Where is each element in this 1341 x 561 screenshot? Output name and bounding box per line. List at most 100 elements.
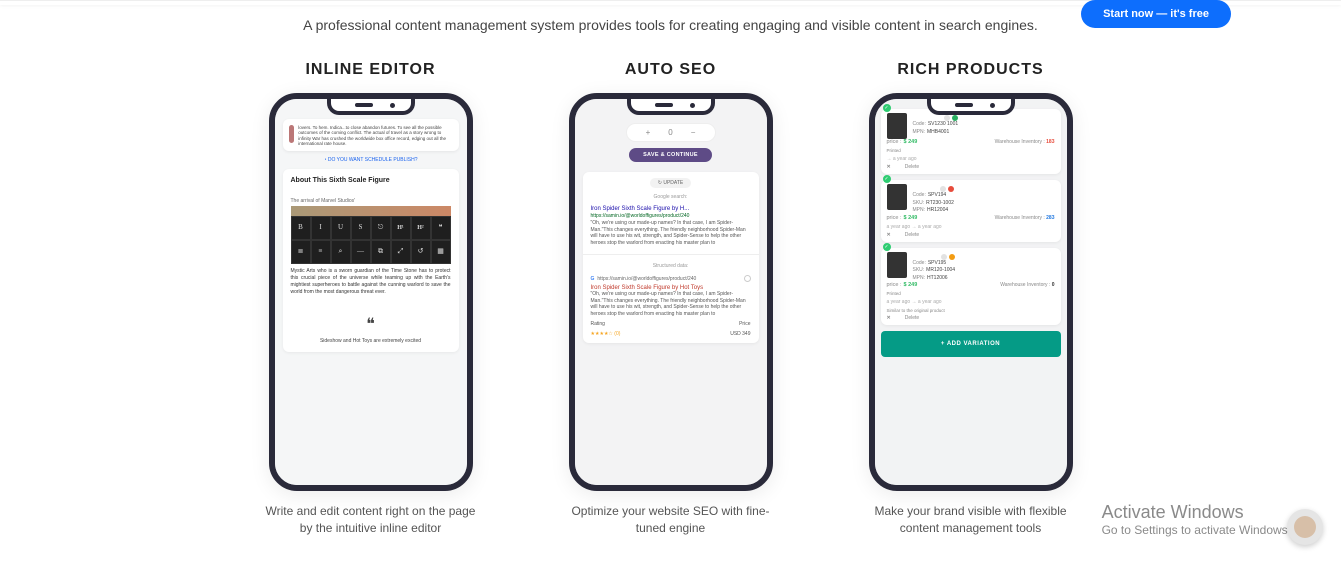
bold-icon[interactable]: B xyxy=(291,216,311,240)
remove-icon[interactable]: ✕ xyxy=(887,164,891,170)
list-ol-icon[interactable]: ≣ xyxy=(291,240,311,264)
schedule-publish-link[interactable]: ◔ DO YOU WANT SCHEDULE PUBLISH? xyxy=(283,157,459,163)
product-status: Printed xyxy=(887,291,901,296)
price-value: $ 249 xyxy=(903,139,917,145)
start-now-button[interactable]: Start now — it's free xyxy=(1081,0,1231,28)
price-value: $ 249 xyxy=(903,215,917,221)
feature-columns: INLINE EDITOR lovers. To hem. Indica...t… xyxy=(0,61,1341,537)
product-time: a year ago xyxy=(893,156,917,162)
add-variation-button[interactable]: + ADD VARIATION xyxy=(881,331,1061,357)
google-result-url: https://samin.io/@worldoffigures/product… xyxy=(591,213,751,219)
windows-activation-watermark: Activate Windows Go to Settings to activ… xyxy=(1102,502,1291,537)
code-value: SPV194 xyxy=(928,192,946,198)
phone-mock-rich-products: ✓ Code:SV1230 1001 MPN:MHB4001 price :$ … xyxy=(869,93,1073,491)
rating-stars: ★★★★☆ (0) xyxy=(591,331,621,337)
mpn-value: HT12006 xyxy=(927,275,948,281)
support-chat-bubble[interactable] xyxy=(1287,509,1323,545)
inventory-value: 0 xyxy=(1052,282,1055,288)
italic-icon[interactable]: I xyxy=(311,216,331,240)
mpn-label: MPN: xyxy=(913,207,926,213)
col-title: RICH PRODUCTS xyxy=(866,61,1076,79)
feature-col-auto-seo: AUTO SEO + 0 − SAVE & CONTINUE UPDATE Go… xyxy=(566,61,776,537)
strike-icon[interactable]: S xyxy=(351,216,371,240)
product-thumb xyxy=(887,113,907,139)
image-icon[interactable]: ⧉ xyxy=(371,240,391,264)
col-title: AUTO SEO xyxy=(566,61,776,79)
arrival-text: The arrival of Marvel Studios' xyxy=(291,198,451,204)
product-thumb xyxy=(887,184,907,210)
remove-icon[interactable]: ✕ xyxy=(887,315,891,321)
product-card[interactable]: ✓ Code:SPV194 SKU:RT230-1002 MPN:HR12004… xyxy=(881,180,1061,242)
update-button[interactable]: UPDATE xyxy=(650,178,692,188)
google-result-description: "Oh, we're using our made-up names? In t… xyxy=(591,220,751,246)
phone-mock-auto-seo: + 0 − SAVE & CONTINUE UPDATE Google sear… xyxy=(569,93,773,491)
google-search-label: Google search: xyxy=(591,194,751,200)
seo-preview-card: UPDATE Google search: Iron Spider Sixth … xyxy=(583,172,759,343)
sku-value: MR120-1004 xyxy=(926,267,955,273)
h2-icon[interactable]: H² xyxy=(411,216,431,240)
sku-label: SKU: xyxy=(913,200,925,206)
inventory-label: Warehouse Inventory : xyxy=(1000,282,1050,288)
rich-text-toolbar[interactable]: B I U S ⎋ H¹ H² ❝ ≣ ≡ ⌕ — ⧉ ⤢ ↺ xyxy=(291,216,451,264)
check-icon: ✓ xyxy=(883,175,891,183)
schedule-link-text: DO YOU WANT SCHEDULE PUBLISH? xyxy=(328,157,418,163)
delete-link[interactable]: Delete xyxy=(905,315,919,321)
table-icon[interactable]: ▦ xyxy=(431,240,451,264)
mpn-value: HR12004 xyxy=(927,207,948,213)
list-ul-icon[interactable]: ≡ xyxy=(311,240,331,264)
minus-icon[interactable]: − xyxy=(691,128,696,137)
code-value: SV1230 1001 xyxy=(928,121,958,127)
undo-icon[interactable]: ↺ xyxy=(411,240,431,264)
feature-col-rich-products: RICH PRODUCTS ✓ Code:SV1230 1001 MPN:MHB… xyxy=(866,61,1076,537)
product-status: Printed xyxy=(887,148,901,153)
check-icon: ✓ xyxy=(883,104,891,112)
google-g-icon: G xyxy=(591,276,595,282)
snippet-text: lovers. To hem. Indica...to close abando… xyxy=(298,125,452,147)
check-icon: ✓ xyxy=(883,243,891,251)
quote-mark-icon: ❝ xyxy=(291,314,451,334)
thumbnail-icon xyxy=(289,125,295,143)
price-label-seo: Price xyxy=(739,321,750,327)
rating-label: Rating xyxy=(591,321,605,327)
struct-url: https://samin.io/@worldoffigures/product… xyxy=(597,276,696,282)
delete-link[interactable]: Delete xyxy=(905,232,919,238)
about-heading: About This Sixth Scale Figure xyxy=(291,177,451,184)
clear-icon[interactable]: ⎋ xyxy=(371,216,391,240)
link-icon[interactable]: ⌕ xyxy=(331,240,351,264)
underline-icon[interactable]: U xyxy=(331,216,351,240)
image-strip xyxy=(291,206,451,216)
price-value: $ 249 xyxy=(903,282,917,288)
quote-icon[interactable]: ❝ xyxy=(431,216,451,240)
col-caption: Optimize your website SEO with fine-tune… xyxy=(566,503,776,537)
inventory-value: 283 xyxy=(1046,215,1054,221)
expand-icon[interactable]: ⤢ xyxy=(391,240,411,264)
product-card[interactable]: ✓ Code:SV1230 1001 MPN:MHB4001 price :$ … xyxy=(881,109,1061,174)
code-label: Code: xyxy=(913,192,926,198)
mpn-label: MPN: xyxy=(913,275,926,281)
struct-result-description: "Oh, we're using our made-up names? In t… xyxy=(591,291,751,317)
product-card[interactable]: ✓ Code:SPV195 SKU:MR120-1004 MPN:HT12006… xyxy=(881,248,1061,326)
editor-body-card: About This Sixth Scale Figure The arriva… xyxy=(283,169,459,352)
sku-value: RT230-1002 xyxy=(926,200,954,206)
inventory-label: Warehouse Inventory : xyxy=(995,215,1045,221)
quantity-stepper[interactable]: + 0 − xyxy=(626,123,716,142)
col-caption: Write and edit content right on the page… xyxy=(266,503,476,537)
watermark-line2: Go to Settings to activate Windows. xyxy=(1102,523,1291,537)
product-extra: Similar to the original product xyxy=(887,308,945,313)
delete-link[interactable]: Delete xyxy=(905,164,919,170)
status-dot-icon xyxy=(949,254,955,260)
price-label: price : xyxy=(887,282,902,288)
editor-paragraph[interactable]: Mystic Arts who is a sworn guardian of t… xyxy=(291,268,451,296)
hr-icon[interactable]: — xyxy=(351,240,371,264)
h1-icon[interactable]: H¹ xyxy=(391,216,411,240)
inventory-label: Warehouse Inventory : xyxy=(995,139,1045,145)
amp-icon xyxy=(744,275,751,282)
phone-mock-inline-editor: lovers. To hem. Indica...to close abando… xyxy=(269,93,473,491)
product-thumb xyxy=(887,252,907,278)
plus-icon[interactable]: + xyxy=(646,128,651,137)
remove-icon[interactable]: ✕ xyxy=(887,232,891,238)
google-result-title[interactable]: Iron Spider Sixth Scale Figure by H... xyxy=(591,206,751,212)
save-continue-button[interactable]: SAVE & CONTINUE xyxy=(629,148,712,162)
product-time: a year ago → a year ago xyxy=(887,299,942,305)
feature-col-inline-editor: INLINE EDITOR lovers. To hem. Indica...t… xyxy=(266,61,476,537)
